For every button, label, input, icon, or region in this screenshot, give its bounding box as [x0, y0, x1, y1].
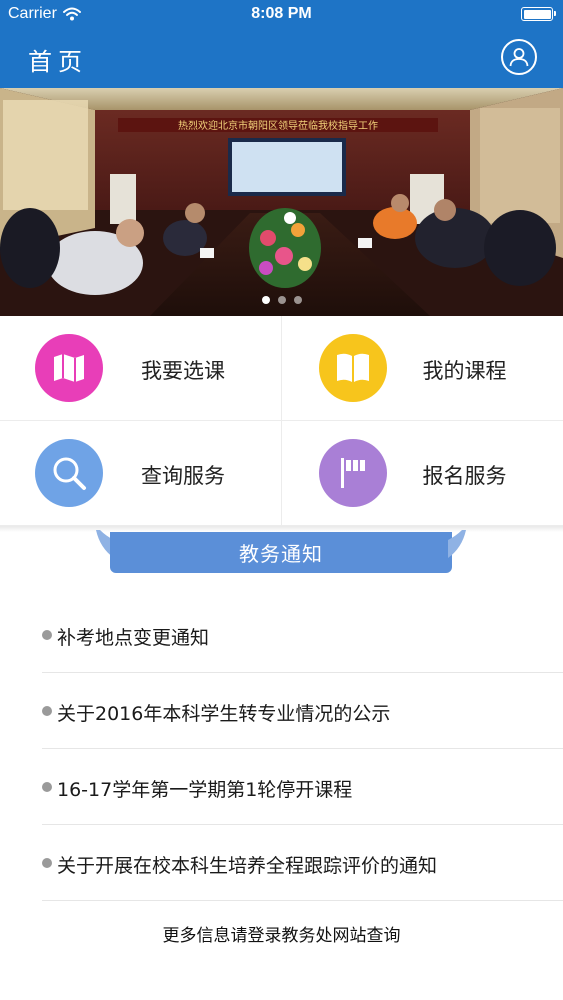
menu-label: 报名服务	[422, 464, 507, 488]
carousel-indicator	[0, 296, 563, 304]
menu-icon-circle	[35, 439, 103, 507]
book-icon	[336, 353, 369, 382]
notice-item[interactable]: 关于2016年本科学生转专业情况的公示	[0, 673, 563, 749]
bullet-icon	[42, 706, 52, 716]
carousel-dot[interactable]	[293, 296, 302, 304]
menu-icon-circle	[318, 439, 387, 507]
menu-icon-circle	[318, 334, 387, 402]
user-profile-button[interactable]	[501, 39, 537, 75]
notice-title: 关于2016年本科学生转专业情况的公示	[57, 703, 391, 725]
banner-carousel[interactable]: 热烈欢迎北京市朝阳区领导莅临我校指导工作	[0, 88, 563, 316]
more-info-text: 更多信息请登录教务处网站查询	[162, 926, 401, 946]
menu-label: 查询服务	[141, 464, 225, 488]
map-icon	[54, 354, 84, 382]
menu-my-courses[interactable]: 我的课程	[281, 316, 563, 421]
banner-photo: 热烈欢迎北京市朝阳区领导莅临我校指导工作	[0, 88, 563, 316]
banner-sign-text: 热烈欢迎北京市朝阳区领导莅临我校指导工作	[178, 119, 378, 132]
page-title: 首页	[28, 48, 88, 76]
menu-label: 我的课程	[422, 359, 507, 383]
menu-label: 我要选课	[141, 359, 225, 383]
main-menu-grid: 我要选课 我的课程 查询服务 报名服务	[0, 316, 563, 526]
carousel-dot[interactable]	[277, 296, 286, 304]
ribbon-fold-right	[448, 530, 466, 558]
notice-header-label: 教务通知	[110, 532, 452, 573]
bullet-icon	[42, 782, 52, 792]
menu-registration-service[interactable]: 报名服务	[281, 421, 563, 526]
menu-query-service[interactable]: 查询服务	[0, 421, 282, 526]
notice-title: 16-17学年第一学期第1轮停开课程	[57, 779, 353, 801]
home-screen: Carrier 8:08 PM 首页 热烈欢迎北京市朝阳区领导莅临我校指导工作 …	[0, 0, 563, 1000]
notice-item[interactable]: 补考地点变更通知	[0, 597, 563, 673]
nav-bar: 首页	[0, 30, 563, 88]
notice-item[interactable]: 16-17学年第一学期第1轮停开课程	[0, 749, 563, 825]
bullet-icon	[42, 858, 52, 868]
top-bar: Carrier 8:08 PM 首页	[0, 0, 563, 88]
battery-icon	[521, 7, 556, 21]
notice-list: 补考地点变更通知 关于2016年本科学生转专业情况的公示 16-17学年第一学期…	[0, 597, 563, 901]
menu-icon-circle	[35, 334, 103, 402]
search-icon	[53, 457, 86, 490]
notice-title: 关于开展在校本科生培养全程跟踪评价的通知	[57, 855, 438, 877]
status-time: 8:08 PM	[251, 5, 312, 22]
carousel-dot[interactable]	[261, 296, 270, 304]
flag-icon	[340, 458, 365, 488]
bullet-icon	[42, 630, 52, 640]
user-icon	[509, 48, 529, 67]
notice-header: 教务通知	[90, 530, 472, 576]
divider	[42, 900, 563, 901]
notice-title: 补考地点变更通知	[57, 627, 210, 649]
menu-select-course[interactable]: 我要选课	[0, 316, 282, 421]
status-bar: Carrier 8:08 PM	[0, 0, 563, 30]
notice-item[interactable]: 关于开展在校本科生培养全程跟踪评价的通知	[0, 825, 563, 901]
